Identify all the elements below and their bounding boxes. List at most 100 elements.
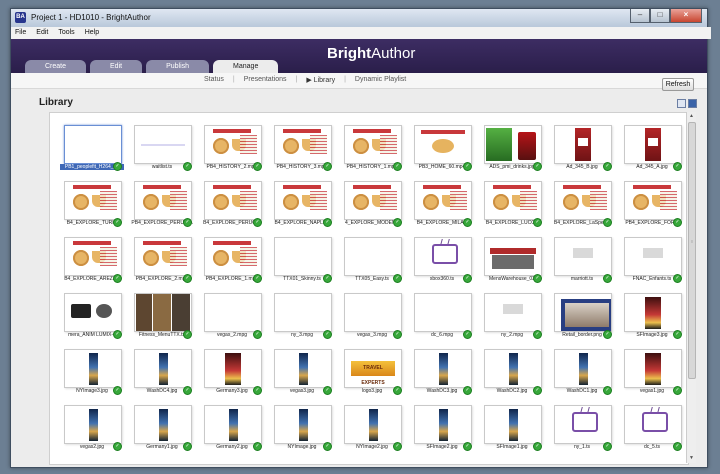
tv-icon [642, 412, 668, 432]
library-item[interactable]: PB4_EXPLORE_2.mp4 ✓ [130, 235, 192, 283]
check-icon: ✓ [253, 386, 262, 395]
library-item[interactable]: waitlist.ts ✓ [130, 123, 192, 171]
library-item[interactable]: SFImage3.jpg ✓ [620, 291, 682, 339]
library-item[interactable]: ny_3.mpg ✓ [270, 291, 332, 339]
library-item[interactable]: B4_EXPLORE_AREZZO ✓ [60, 235, 122, 283]
library-item[interactable]: WashDC4.jpg ✓ [130, 347, 192, 395]
library-item[interactable]: B4_EXPLORE_LaSpezia ✓ [550, 179, 612, 227]
item-thumbnail [414, 237, 472, 276]
library-item[interactable]: PB4_EXPLORE_FORLI ✓ [620, 179, 682, 227]
item-thumbnail [414, 293, 472, 332]
library-item[interactable]: NYImage3.jpg ✓ [60, 347, 122, 395]
library-item[interactable]: Germany3.jpg ✓ [200, 347, 262, 395]
library-item[interactable]: MensWarehouse_03 ✓ [480, 235, 542, 283]
poster-image [89, 353, 98, 385]
item-thumbnail [344, 237, 402, 276]
item-thumbnail [624, 181, 682, 220]
library-item[interactable]: NYImage.jpg ✓ [270, 403, 332, 451]
grid-view-icon[interactable] [688, 99, 697, 108]
library-item[interactable]: vegas1.jpg ✓ [620, 347, 682, 395]
library-item[interactable]: PB1_peoplefit_H264_10 ✓ [60, 123, 124, 171]
library-item[interactable]: vegas_2.mpg ✓ [200, 291, 262, 339]
library-item[interactable]: Germany2.jpg ✓ [200, 403, 262, 451]
library-item[interactable]: SFImage1.jpg ✓ [480, 403, 542, 451]
library-item[interactable]: FNAC_Enfants.ts ✓ [620, 235, 682, 283]
library-item[interactable]: Retail_border.png ✓ [550, 291, 612, 339]
menu-edit[interactable]: Edit [36, 27, 48, 39]
library-item[interactable]: WashDC1.jpg ✓ [550, 347, 612, 395]
library-item[interactable]: ADS_pmi_drinks.jpg ✓ [480, 123, 542, 171]
tab-manage[interactable]: Manage [213, 60, 279, 73]
library-item[interactable]: PB4_HISTORY_3.mp4 ✓ [270, 123, 332, 171]
item-thumbnail [484, 125, 542, 164]
subnav-dynamic-playlist[interactable]: Dynamic Playlist [355, 76, 406, 84]
subnav-library[interactable]: ▶ Library [306, 76, 335, 84]
library-item[interactable]: PB4_EXPLORE_PERUGIA ✓ [130, 179, 193, 227]
library-item[interactable]: vegas_3.mpg ✓ [340, 291, 402, 339]
library-item[interactable]: SFImage2.jpg ✓ [410, 403, 472, 451]
menu-graphic [310, 135, 327, 154]
library-item[interactable]: TTX05_Easy.ts ✓ [340, 235, 402, 283]
item-thumbnail [204, 237, 262, 276]
library-item[interactable]: mera_ANIM LUMIX-1 ✓ [60, 291, 122, 339]
library-item[interactable]: Germany1.jpg ✓ [130, 403, 192, 451]
library-item[interactable]: TRAVEL EXPERTS logo3.jpg ✓ [340, 347, 402, 395]
subnav-status[interactable]: Status [204, 76, 224, 84]
check-icon: ✓ [393, 218, 402, 227]
library-item[interactable]: B4_EXPLORE_NAPLES ✓ [270, 179, 332, 227]
subnav-presentations[interactable]: Presentations [244, 76, 287, 84]
minimize-icon[interactable]: – [630, 9, 650, 23]
menu-tools[interactable]: Tools [58, 27, 74, 39]
library-item[interactable]: vegas3.jpg ✓ [270, 347, 332, 395]
menu-file[interactable]: File [15, 27, 26, 39]
tab-edit[interactable]: Edit [90, 60, 143, 73]
library-item[interactable]: B4_EXPLORE_TURIN ✓ [60, 179, 122, 227]
library-item[interactable]: B4_EXPLORE_MILAN ✓ [410, 179, 472, 227]
library-item[interactable]: Ad_345_B.jpg ✓ [550, 123, 612, 171]
library-item[interactable]: vegas2.jpg ✓ [60, 403, 122, 451]
library-item[interactable]: NYImage2.jpg ✓ [340, 403, 402, 451]
library-item[interactable]: B4_EXPLORE_LUCCA ✓ [480, 179, 542, 227]
scroll-up-icon[interactable]: ▲ [687, 112, 696, 121]
library-item[interactable]: PB3_HOME_60.mp4 ✓ [410, 123, 472, 171]
tv-foot [647, 430, 659, 432]
item-thumbnail [64, 293, 122, 332]
library-item[interactable]: PB4_HISTORY_1.mp4 ✓ [340, 123, 402, 171]
close-icon[interactable]: × [670, 9, 702, 23]
menu-help[interactable]: Help [85, 27, 99, 39]
scroll-thumb[interactable]: ≡ [688, 122, 696, 379]
price-card [645, 128, 661, 161]
item-thumbnail [274, 125, 332, 164]
library-item[interactable]: PB4_EXPLORE_1.mp4 ✓ [200, 235, 262, 283]
item-thumbnail [484, 405, 542, 444]
library-item[interactable]: Ad_345_A.jpg ✓ [620, 123, 682, 171]
library-item[interactable]: TTX01_Skinny.ts ✓ [270, 235, 332, 283]
check-icon: ✓ [253, 218, 262, 227]
library-item[interactable]: dc_5.ts ✓ [620, 403, 682, 451]
item-thumbnail [64, 349, 122, 388]
pizza-image [213, 194, 229, 210]
library-item[interactable]: dc_6.mpg ✓ [410, 291, 472, 339]
library-item[interactable]: B4_EXPLORE_PERUGIA ✓ [200, 179, 262, 227]
brand-rest: Author [371, 45, 416, 62]
maximize-icon[interactable]: □ [650, 9, 670, 23]
library-item[interactable]: PB4_HISTORY_2.mp4 ✓ [200, 123, 262, 171]
library-item[interactable]: WashDC2.jpg ✓ [480, 347, 542, 395]
library-item[interactable]: WashDC3.jpg ✓ [410, 347, 472, 395]
library-item[interactable]: xbox360.ts ✓ [410, 235, 472, 283]
list-view-icon[interactable] [677, 99, 686, 108]
library-item[interactable]: 4_EXPLORE_MODENA ✓ [340, 179, 402, 227]
library-item[interactable]: ny_1.ts ✓ [550, 403, 612, 451]
tab-create[interactable]: Create [25, 60, 87, 73]
tab-publish[interactable]: Publish [146, 60, 210, 73]
scroll-down-icon[interactable]: ▼ [687, 454, 696, 463]
tv-icon [432, 244, 458, 264]
camera-body [71, 304, 91, 318]
pizza-image [353, 194, 369, 210]
library-item[interactable]: Fitness_MenuTTX.ts ✓ [130, 291, 192, 339]
refresh-button[interactable]: Refresh [662, 78, 694, 91]
vertical-scrollbar[interactable]: ▲ ≡ ▼ [686, 112, 696, 463]
library-item[interactable]: marriott.ts ✓ [550, 235, 612, 283]
pizza-image [213, 138, 229, 154]
library-item[interactable]: ny_2.mpg ✓ [480, 291, 542, 339]
